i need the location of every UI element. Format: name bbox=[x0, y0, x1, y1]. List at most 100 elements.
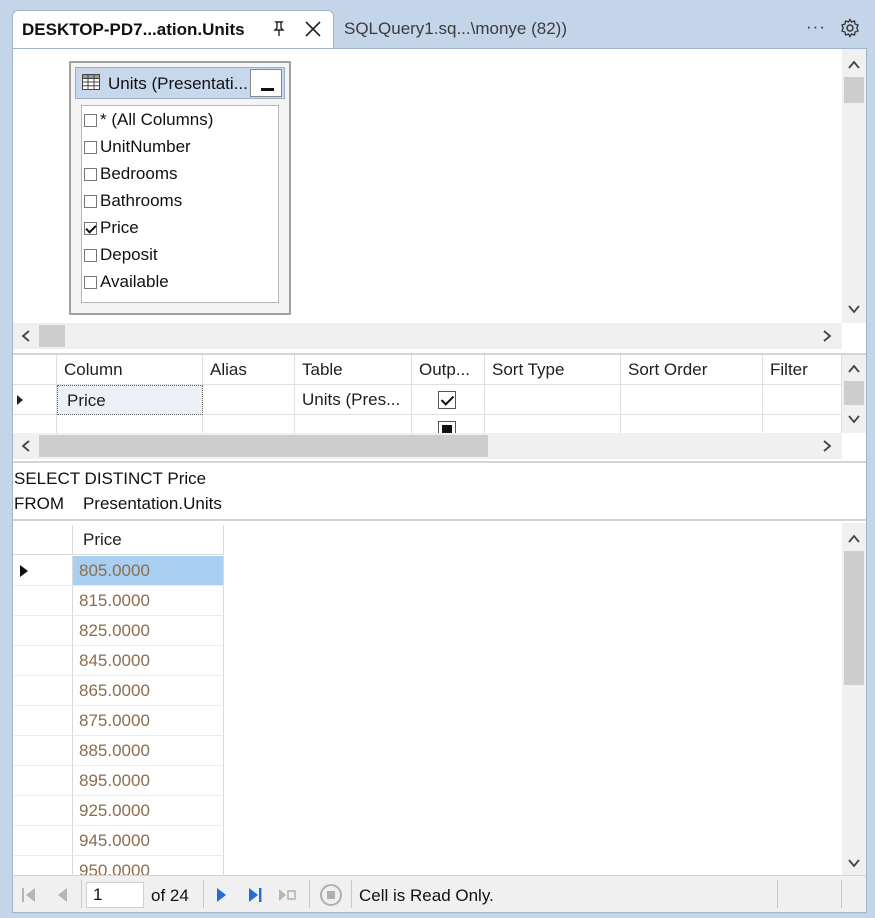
result-cell[interactable]: 815.0000 bbox=[73, 586, 224, 616]
criteria-vertical-scrollbar[interactable] bbox=[842, 355, 866, 433]
stop-icon[interactable] bbox=[319, 883, 343, 907]
scroll-thumb[interactable] bbox=[844, 77, 864, 103]
result-cell[interactable]: 845.0000 bbox=[73, 646, 224, 676]
column-header-sort-type[interactable]: Sort Type bbox=[485, 355, 621, 385]
current-record-input[interactable]: 1 bbox=[86, 882, 144, 908]
table-row[interactable]: 945.0000 bbox=[13, 826, 224, 856]
row-selector[interactable] bbox=[13, 796, 73, 826]
table-widget-header[interactable]: Units (Presentati... bbox=[75, 67, 285, 99]
next-record-icon[interactable] bbox=[211, 885, 231, 905]
criteria-cell-output[interactable] bbox=[412, 415, 485, 433]
column-item-unitnumber[interactable]: UnitNumber bbox=[84, 136, 191, 158]
table-row[interactable]: 875.0000 bbox=[13, 706, 224, 736]
criteria-horizontal-scrollbar[interactable] bbox=[13, 433, 842, 459]
result-cell[interactable]: 925.0000 bbox=[73, 796, 224, 826]
row-selector[interactable] bbox=[13, 826, 73, 856]
criteria-cell-column[interactable] bbox=[57, 415, 203, 433]
diagram-pane[interactable]: Units (Presentati... * (All Columns) Uni… bbox=[13, 49, 866, 351]
result-cell[interactable]: 895.0000 bbox=[73, 766, 224, 796]
scroll-down-icon[interactable] bbox=[846, 855, 862, 871]
criteria-cell-filter[interactable] bbox=[763, 385, 842, 415]
checkbox[interactable] bbox=[84, 248, 97, 262]
row-selector[interactable] bbox=[13, 736, 73, 766]
scroll-thumb[interactable] bbox=[844, 551, 864, 685]
result-cell[interactable]: 885.0000 bbox=[73, 736, 224, 766]
checkbox[interactable] bbox=[84, 113, 97, 127]
table-row[interactable]: 845.0000 bbox=[13, 646, 224, 676]
criteria-cell-sort-type[interactable] bbox=[485, 385, 621, 415]
previous-record-icon[interactable] bbox=[53, 885, 73, 905]
criteria-cell-sort-order[interactable] bbox=[621, 415, 763, 433]
scroll-thumb[interactable] bbox=[39, 325, 65, 347]
scroll-down-icon[interactable] bbox=[846, 411, 862, 427]
column-item-all[interactable]: * (All Columns) bbox=[84, 109, 213, 131]
diagram-horizontal-scrollbar[interactable] bbox=[13, 323, 842, 349]
checkbox[interactable] bbox=[84, 140, 97, 154]
criteria-cell-alias[interactable] bbox=[203, 385, 295, 415]
more-tabs-button[interactable]: ··· bbox=[806, 17, 826, 37]
criteria-cell-column[interactable]: Price bbox=[57, 385, 203, 415]
scroll-right-icon[interactable] bbox=[819, 328, 835, 344]
checkbox-checked[interactable] bbox=[84, 221, 97, 235]
scroll-thumb[interactable] bbox=[39, 435, 488, 457]
row-selector[interactable] bbox=[13, 856, 73, 875]
row-selector[interactable] bbox=[13, 415, 57, 433]
scroll-up-icon[interactable] bbox=[846, 57, 862, 73]
criteria-cell-output[interactable] bbox=[412, 385, 485, 415]
result-cell[interactable]: 950.0000 bbox=[73, 856, 224, 875]
column-header-filter[interactable]: Filter bbox=[763, 355, 842, 385]
column-item-available[interactable]: Available bbox=[84, 271, 169, 293]
table-row[interactable]: 885.0000 bbox=[13, 736, 224, 766]
row-selector[interactable] bbox=[13, 385, 57, 415]
output-checkbox-indeterminate[interactable] bbox=[438, 421, 456, 433]
column-item-bathrooms[interactable]: Bathrooms bbox=[84, 190, 182, 212]
result-cell[interactable]: 875.0000 bbox=[73, 706, 224, 736]
checkbox[interactable] bbox=[84, 194, 97, 208]
results-vertical-scrollbar[interactable] bbox=[842, 523, 866, 875]
row-selector[interactable] bbox=[13, 676, 73, 706]
criteria-cell-table[interactable] bbox=[295, 415, 412, 433]
table-widget-units[interactable]: Units (Presentati... * (All Columns) Uni… bbox=[69, 61, 291, 315]
criteria-row-new[interactable] bbox=[13, 415, 842, 433]
row-selector[interactable] bbox=[13, 706, 73, 736]
scroll-left-icon[interactable] bbox=[18, 328, 34, 344]
minimize-button[interactable] bbox=[250, 69, 282, 97]
criteria-cell-sort-order[interactable] bbox=[621, 385, 763, 415]
scroll-right-icon[interactable] bbox=[819, 438, 835, 454]
column-header-column[interactable]: Column bbox=[57, 355, 203, 385]
criteria-cell-alias[interactable] bbox=[203, 415, 295, 433]
scroll-left-icon[interactable] bbox=[18, 438, 34, 454]
scroll-up-icon[interactable] bbox=[846, 531, 862, 547]
tab-query-designer[interactable]: DESKTOP-PD7...ation.Units bbox=[12, 10, 334, 48]
pin-icon[interactable] bbox=[269, 19, 289, 39]
criteria-cell-filter[interactable] bbox=[763, 415, 842, 433]
diagram-vertical-scrollbar[interactable] bbox=[842, 49, 866, 323]
output-checkbox-checked[interactable] bbox=[438, 391, 456, 409]
row-selector[interactable] bbox=[13, 646, 73, 676]
table-row[interactable]: 925.0000 bbox=[13, 796, 224, 826]
results-header-price[interactable]: Price bbox=[73, 525, 224, 555]
scroll-thumb[interactable] bbox=[844, 381, 864, 405]
criteria-cell-table[interactable]: Units (Pres... bbox=[295, 385, 412, 415]
result-cell[interactable]: 805.0000 bbox=[73, 556, 224, 586]
column-header-output[interactable]: Outp... bbox=[412, 355, 485, 385]
column-item-deposit[interactable]: Deposit bbox=[84, 244, 158, 266]
result-cell[interactable]: 825.0000 bbox=[73, 616, 224, 646]
scroll-up-icon[interactable] bbox=[846, 361, 862, 377]
checkbox[interactable] bbox=[84, 275, 97, 289]
close-icon[interactable] bbox=[303, 19, 323, 39]
sql-line[interactable]: SELECT DISTINCT Price bbox=[14, 469, 206, 489]
criteria-row[interactable]: Price Units (Pres... bbox=[13, 385, 842, 415]
last-record-icon[interactable] bbox=[245, 885, 265, 905]
gear-icon[interactable] bbox=[840, 18, 860, 38]
table-row[interactable]: 865.0000 bbox=[13, 676, 224, 706]
table-row[interactable]: 895.0000 bbox=[13, 766, 224, 796]
table-row[interactable]: 805.0000 bbox=[13, 556, 224, 586]
tab-sqlquery1[interactable]: SQLQuery1.sq...\monye (82)) bbox=[344, 19, 567, 39]
result-cell[interactable]: 945.0000 bbox=[73, 826, 224, 856]
row-selector[interactable] bbox=[13, 556, 73, 586]
result-cell[interactable]: 865.0000 bbox=[73, 676, 224, 706]
checkbox[interactable] bbox=[84, 167, 97, 181]
sql-line[interactable]: FROM Presentation.Units bbox=[14, 494, 222, 514]
table-row[interactable]: 950.0000 bbox=[13, 856, 224, 875]
